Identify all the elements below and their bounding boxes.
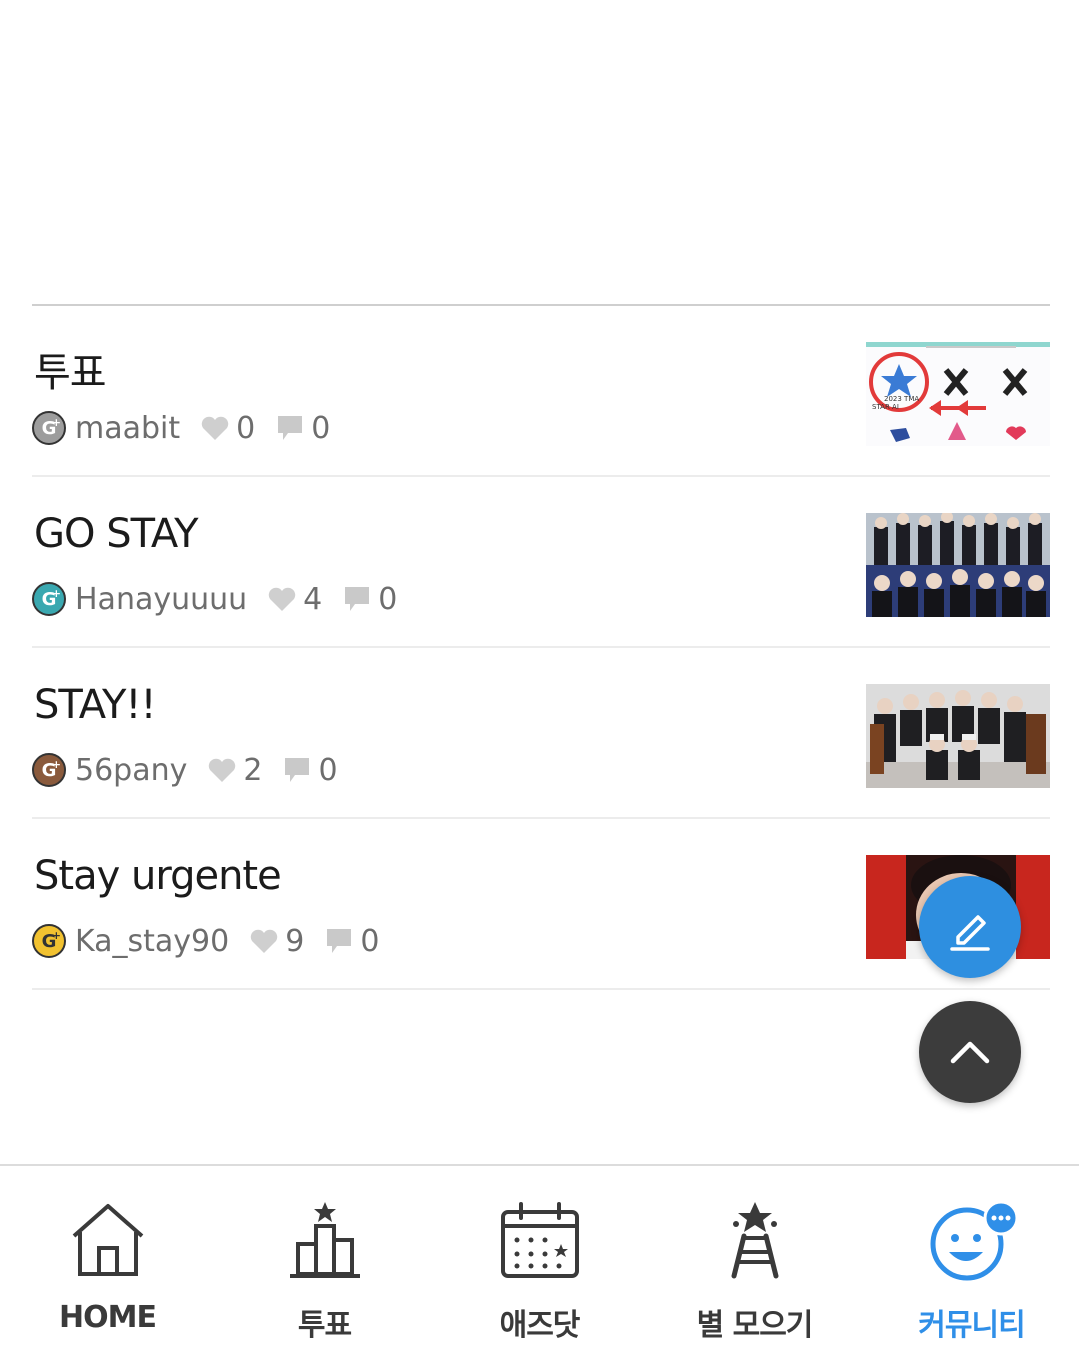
heart-icon xyxy=(209,758,236,782)
star-tower-icon xyxy=(731,1202,778,1279)
calendar-icon xyxy=(500,1202,579,1278)
post-author[interactable]: maabit xyxy=(75,411,180,446)
like-count: 0 xyxy=(236,410,256,446)
post-meta: G + Ka_stay90 9 0 xyxy=(32,923,379,959)
post-author[interactable]: Hanayuuuu xyxy=(75,582,247,617)
heart-icon xyxy=(251,929,278,953)
heart-icon xyxy=(201,416,229,440)
post-author[interactable]: Ka_stay90 xyxy=(75,924,229,959)
comment-count: 0 xyxy=(318,752,338,788)
grade-badge-icon: G + xyxy=(32,582,66,616)
post-thumbnail[interactable] xyxy=(866,684,1050,788)
post-item[interactable]: STAY!! G + 56pany 2 0 xyxy=(32,648,1050,819)
post-meta: G + Hanayuuuu 4 0 xyxy=(32,581,397,617)
post-title[interactable]: Stay urgente xyxy=(34,853,282,899)
post-meta: G + maabit 0 0 xyxy=(32,410,330,446)
like-count: 4 xyxy=(303,581,323,617)
chevron-up-icon xyxy=(950,1041,990,1064)
comment-icon xyxy=(327,929,352,953)
post-item[interactable]: Stay urgente G + Ka_stay90 9 0 xyxy=(32,819,1050,990)
nav-label: HOME xyxy=(59,1300,157,1335)
nav-vote[interactable]: 투표 xyxy=(217,1166,432,1367)
post-author[interactable]: 56pany xyxy=(75,753,187,788)
comment-count: 0 xyxy=(378,581,398,617)
write-post-button[interactable] xyxy=(919,876,1021,978)
comment-count: 0 xyxy=(360,923,380,959)
post-item[interactable]: GO STAY G + Hanayuuuu 4 0 xyxy=(32,477,1050,648)
comment-icon xyxy=(278,416,303,440)
nav-idol-schedule[interactable]: 애즈닷 xyxy=(432,1166,647,1367)
like-count: 2 xyxy=(243,752,263,788)
nav-label: 투표 xyxy=(297,1308,352,1343)
vote-chart-icon xyxy=(289,1202,360,1278)
nav-home[interactable]: HOME xyxy=(0,1166,215,1367)
post-title[interactable]: STAY!! xyxy=(34,682,156,728)
comment-icon xyxy=(345,587,370,611)
pencil-icon xyxy=(950,915,990,951)
ad-space xyxy=(0,0,1079,305)
grade-badge-icon: G + xyxy=(32,924,66,958)
nav-collect-stars[interactable]: 별 모으기 xyxy=(647,1166,862,1367)
bottom-navigation: HOME 투표 애즈닷 별 모으기 커뮤니티 xyxy=(0,1164,1079,1367)
svg-text:STAR AI: STAR AI xyxy=(872,403,899,411)
post-thumbnail[interactable] xyxy=(866,513,1050,617)
grade-badge-icon: G + xyxy=(32,753,66,787)
post-title[interactable]: 투표 xyxy=(34,340,107,398)
post-item[interactable]: 투표 G + maabit 0 0 2023 TMA STAR AI xyxy=(32,306,1050,477)
grade-badge-icon: G + xyxy=(32,411,66,445)
comment-icon xyxy=(285,758,310,782)
post-meta: G + 56pany 2 0 xyxy=(32,752,338,788)
scroll-top-button[interactable] xyxy=(919,1001,1021,1103)
nav-label: 애즈닷 xyxy=(499,1308,581,1343)
like-count: 9 xyxy=(285,923,305,959)
svg-text:2023 TMA: 2023 TMA xyxy=(884,395,919,403)
heart-icon xyxy=(268,587,296,611)
nav-label: 커뮤니티 xyxy=(918,1308,1025,1343)
home-icon xyxy=(72,1204,143,1276)
post-thumbnail[interactable]: 2023 TMA STAR AI xyxy=(866,342,1050,446)
community-face-icon xyxy=(930,1202,1017,1281)
post-list: 투표 G + maabit 0 0 2023 TMA STAR AI GO ST… xyxy=(32,306,1050,990)
nav-label: 별 모으기 xyxy=(696,1308,814,1343)
post-title[interactable]: GO STAY xyxy=(34,511,199,557)
nav-community[interactable]: 커뮤니티 xyxy=(864,1166,1079,1367)
comment-count: 0 xyxy=(311,410,331,446)
